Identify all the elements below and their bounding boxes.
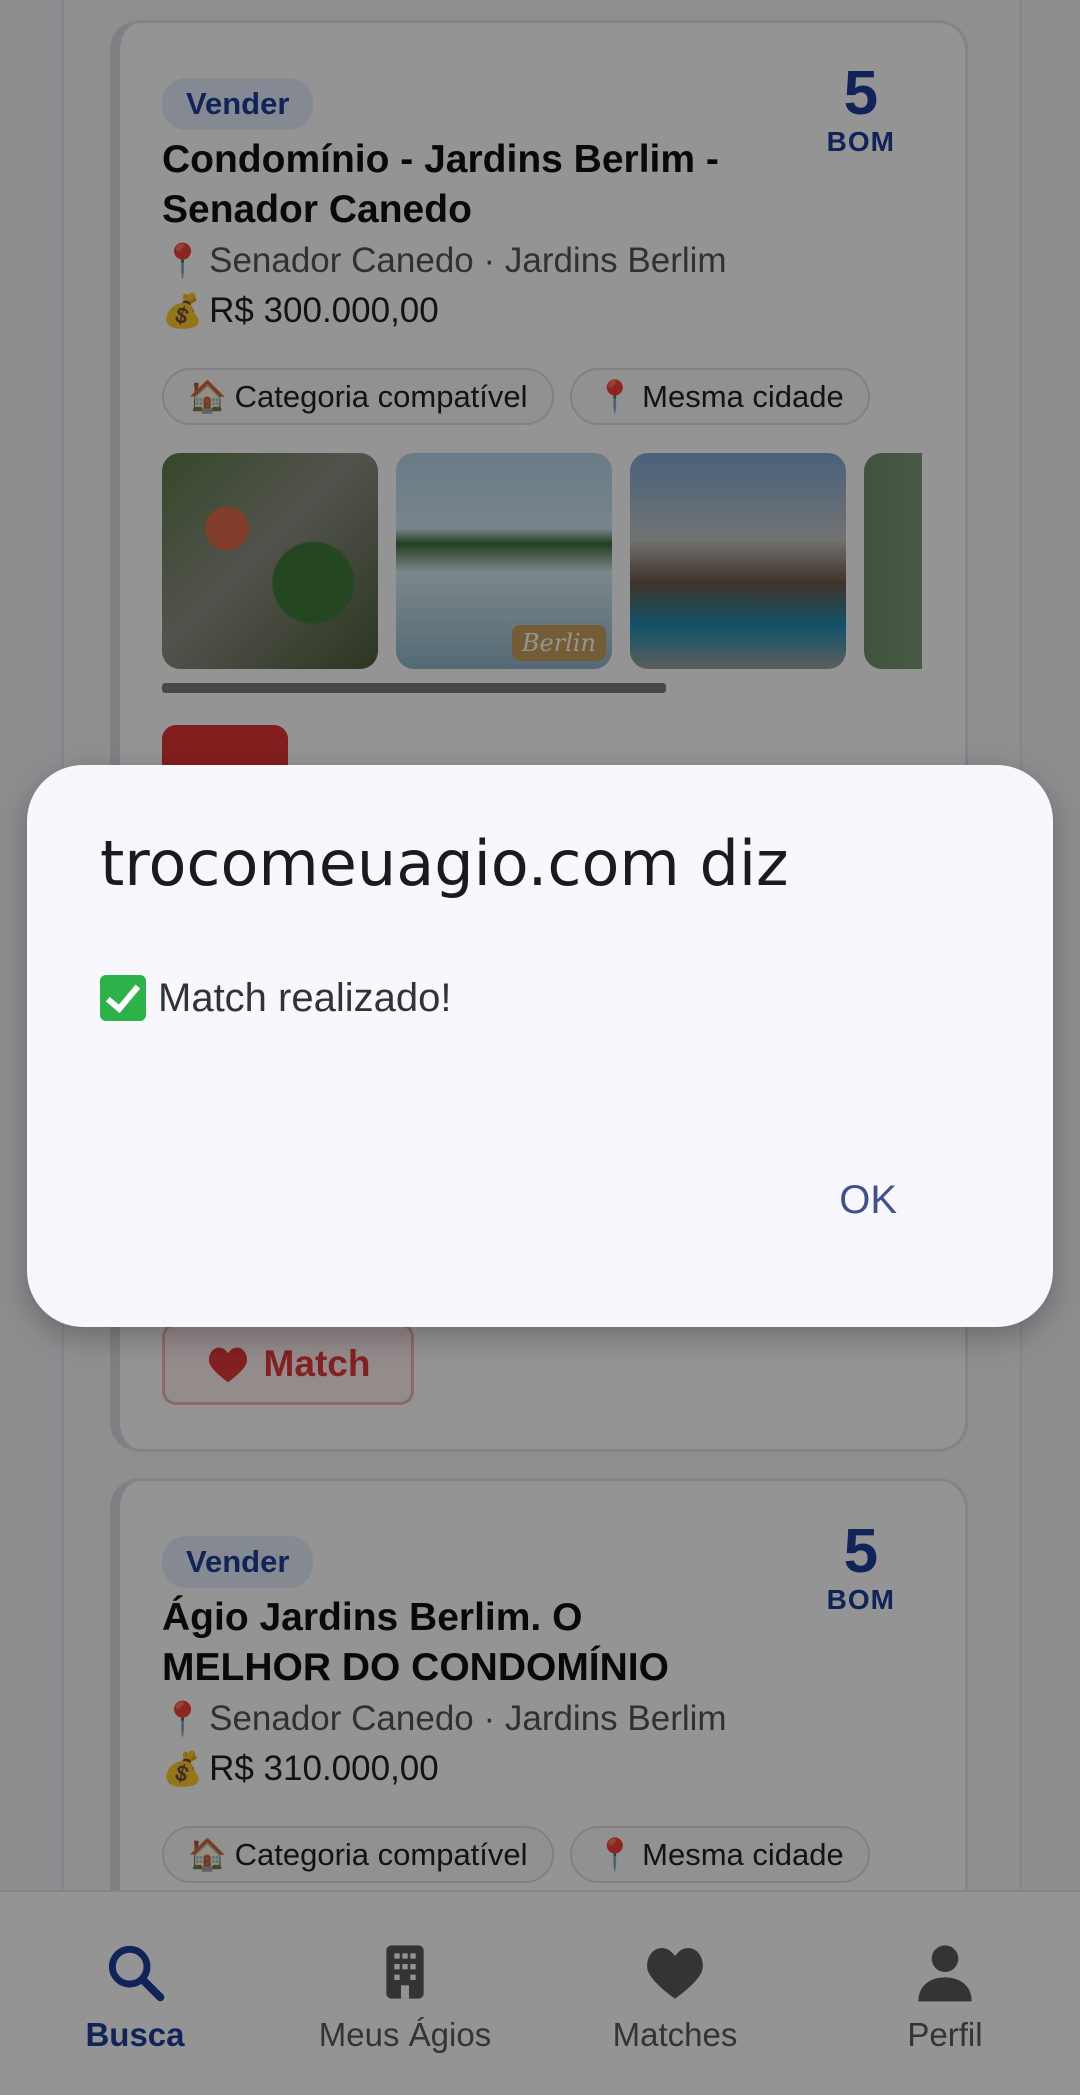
check-mark-icon [100,975,146,1021]
app-screen: Vender 5 BOM Condomínio - Jardins Berlim… [0,0,1080,2095]
dialog-message-text: Match realizado! [158,975,452,1020]
dialog-title: trocomeuagio.com diz [100,827,789,900]
dialog-message: Match realizado! [100,975,451,1021]
alert-dialog: trocomeuagio.com diz Match realizado! OK [27,765,1053,1327]
ok-button[interactable]: OK [823,1170,913,1231]
